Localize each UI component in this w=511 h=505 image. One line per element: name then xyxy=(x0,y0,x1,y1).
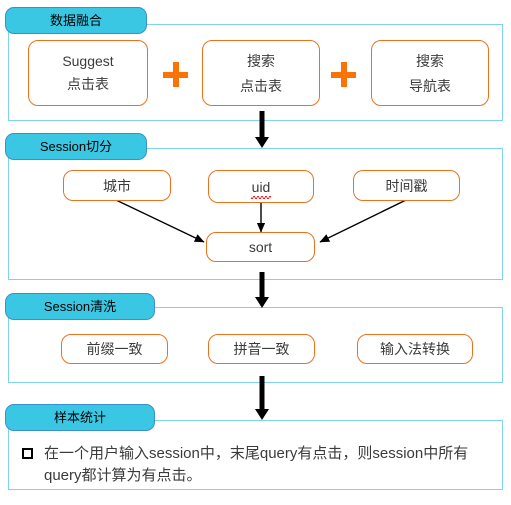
arrow-head xyxy=(254,297,269,308)
node-line-2: 点击表 xyxy=(67,75,109,92)
node-line-1: 搜索 xyxy=(416,52,444,69)
sample-stats-bullet: 在一个用户输入session中，末尾query有点击，则session中所有qu… xyxy=(22,443,492,487)
node-line-1: 拼音一致 xyxy=(233,341,290,357)
node-ime-convert[interactable]: 输入法转换 xyxy=(357,334,473,364)
plus-bar-vertical xyxy=(340,62,347,87)
arrow-shaft xyxy=(259,272,264,298)
node-line-2: 点击表 xyxy=(240,77,282,94)
flow-arrow-fusion-to-split xyxy=(252,111,271,148)
node-line-1: 前缀一致 xyxy=(86,341,143,357)
section-tab-session-split[interactable]: Session切分 xyxy=(5,133,147,160)
node-pinyin-match[interactable]: 拼音一致 xyxy=(208,334,315,364)
section-tab-label: Session清洗 xyxy=(43,299,117,314)
node-line-1: uid xyxy=(250,178,272,199)
node-city[interactable]: 城市 xyxy=(63,170,171,201)
node-uid[interactable]: uid xyxy=(208,170,314,203)
flow-arrow-clean-to-stats xyxy=(252,376,271,420)
node-line-1: 城市 xyxy=(103,177,131,194)
node-line-1: sort xyxy=(248,239,273,255)
node-search-click-table[interactable]: 搜索 点击表 xyxy=(202,40,320,106)
arrow-shaft xyxy=(259,111,264,138)
section-tab-label: Session切分 xyxy=(39,139,113,154)
flow-arrow-split-to-clean xyxy=(252,272,271,308)
node-line-1: 搜索 xyxy=(247,52,275,69)
section-tab-data-fusion[interactable]: 数据融合 xyxy=(5,7,147,34)
section-tab-sample-stats[interactable]: 样本统计 xyxy=(5,404,155,431)
flowchart-canvas: 数据融合 Suggest 点击表 搜索 点击表 搜索 导航表 Session切分… xyxy=(0,0,511,505)
section-tab-label: 样本统计 xyxy=(53,410,106,425)
node-sort[interactable]: sort xyxy=(206,232,315,262)
node-prefix-match[interactable]: 前缀一致 xyxy=(61,334,168,364)
node-suggest-click-table[interactable]: Suggest 点击表 xyxy=(28,40,148,106)
sample-stats-text: 在一个用户输入session中，末尾query有点击，则session中所有qu… xyxy=(44,445,469,484)
node-line-1: 时间戳 xyxy=(385,177,428,194)
arrow-head xyxy=(254,409,269,420)
arrow-shaft xyxy=(259,376,264,410)
node-line-1: 输入法转换 xyxy=(380,341,450,357)
node-line-1: Suggest xyxy=(62,52,114,69)
plus-bar-vertical xyxy=(172,62,179,87)
node-search-nav-table[interactable]: 搜索 导航表 xyxy=(371,40,489,106)
hollow-square-bullet-icon xyxy=(22,448,33,459)
section-tab-session-clean[interactable]: Session清洗 xyxy=(5,293,155,320)
node-timestamp[interactable]: 时间戳 xyxy=(353,170,460,201)
section-tab-label: 数据融合 xyxy=(49,13,102,28)
node-line-2: 导航表 xyxy=(409,77,451,94)
plus-operator-icon-1 xyxy=(163,62,188,87)
arrow-head xyxy=(254,137,269,148)
plus-operator-icon-2 xyxy=(331,62,356,87)
